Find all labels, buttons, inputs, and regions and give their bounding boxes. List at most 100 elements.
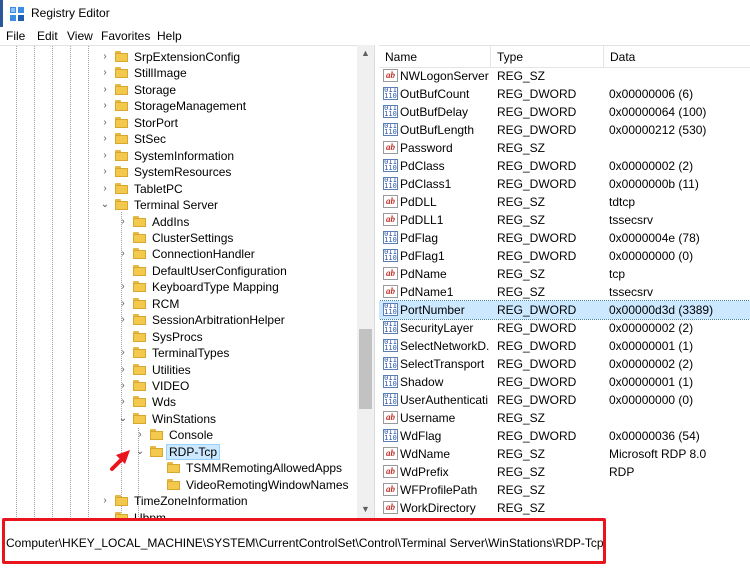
string-value-icon: ab bbox=[383, 213, 398, 227]
value-row[interactable]: 011 110 SelectTransport REG_DWORD 0x0000000… bbox=[379, 355, 750, 373]
expand-chevron-icon[interactable]: › bbox=[118, 281, 128, 293]
value-row[interactable]: 011 110 PortNumber REG_DWORD 0x00000d3d (33… bbox=[379, 300, 750, 321]
no-expander bbox=[118, 265, 128, 277]
tree-node[interactable]: VideoRemotingWindowNames bbox=[152, 477, 349, 493]
value-row[interactable]: 011 110 PdFlag1 REG_DWORD 0x00000000 (0) bbox=[379, 247, 750, 265]
tree-node[interactable]: › TabletPC bbox=[100, 181, 340, 197]
tree-node[interactable]: › TerminalTypes bbox=[118, 345, 340, 361]
value-row[interactable]: ab Username REG_SZ bbox=[379, 409, 750, 427]
tree-guide-line bbox=[34, 46, 35, 518]
menu-view[interactable]: View bbox=[67, 29, 93, 43]
expand-chevron-icon[interactable]: › bbox=[100, 84, 110, 96]
value-row[interactable]: ab WdPrefix REG_SZ RDP bbox=[379, 463, 750, 481]
tree-node[interactable]: › Storage bbox=[100, 82, 340, 98]
value-row[interactable]: 011 110 SelectNetworkD... REG_DWORD 0x00000… bbox=[379, 337, 750, 355]
value-row[interactable]: ab WFProfilePath REG_SZ bbox=[379, 481, 750, 499]
tree-node[interactable]: › RCM bbox=[118, 296, 340, 312]
expand-chevron-icon[interactable]: › bbox=[118, 248, 128, 260]
expand-chevron-icon[interactable]: › bbox=[100, 133, 110, 145]
value-row[interactable]: ab NWLogonServer REG_SZ bbox=[379, 67, 750, 85]
value-row[interactable]: 011 110 PdClass1 REG_DWORD 0x0000000b (11) bbox=[379, 175, 750, 193]
key-tree-pane[interactable]: › SrpExtensionConfig › StillImage › Storage › S… bbox=[0, 45, 374, 518]
scrollbar-thumb[interactable] bbox=[359, 329, 372, 409]
value-name: Username bbox=[400, 411, 456, 426]
expand-chevron-icon[interactable]: › bbox=[100, 117, 110, 129]
tree-node[interactable]: › StorageManagement bbox=[100, 98, 340, 114]
tree-node[interactable]: › TimeZoneInformation bbox=[100, 493, 340, 509]
tree-node[interactable]: › StSec bbox=[100, 131, 340, 147]
expand-chevron-icon[interactable]: › bbox=[100, 100, 110, 112]
tree-node[interactable]: › VIDEO bbox=[118, 378, 340, 394]
scroll-up-arrow-icon[interactable]: ▲ bbox=[357, 45, 374, 62]
value-row[interactable]: ab PdName1 REG_SZ tssecsrv bbox=[379, 283, 750, 301]
value-row[interactable]: ab Password REG_SZ bbox=[379, 139, 750, 157]
tree-node[interactable]: › Console bbox=[135, 427, 340, 443]
expand-chevron-icon[interactable]: › bbox=[118, 396, 128, 408]
value-row[interactable]: 011 110 PdClass REG_DWORD 0x00000002 (2) bbox=[379, 157, 750, 175]
tree-scrollbar[interactable]: ▲ ▼ bbox=[357, 45, 374, 518]
title-bar: Registry Editor bbox=[0, 0, 750, 27]
tree-node[interactable]: › Wds bbox=[118, 394, 340, 410]
menu-help[interactable]: Help bbox=[157, 29, 182, 43]
tree-node[interactable]: › SystemResources bbox=[100, 164, 340, 180]
expand-chevron-icon[interactable]: › bbox=[100, 150, 110, 162]
tree-node[interactable]: › AddIns bbox=[118, 214, 340, 230]
tree-node[interactable]: DefaultUserConfiguration bbox=[118, 263, 340, 279]
collapse-chevron-icon[interactable]: ⌄ bbox=[118, 413, 128, 425]
values-list-pane[interactable]: Name Type Data ab NWLogonServer REG_SZ 011 … bbox=[379, 45, 750, 518]
expand-chevron-icon[interactable]: › bbox=[118, 216, 128, 228]
value-row[interactable]: 011 110 WdFlag REG_DWORD 0x00000036 (54) bbox=[379, 427, 750, 445]
value-row[interactable]: 011 110 UserAuthenticati... REG_DWORD 0x000… bbox=[379, 391, 750, 409]
tree-node[interactable]: ClusterSettings bbox=[118, 230, 340, 246]
value-row[interactable]: 011 110 SecurityLayer REG_DWORD 0x00000002 … bbox=[379, 319, 750, 337]
column-header-data[interactable]: Data bbox=[604, 46, 750, 68]
tree-node[interactable]: › SystemInformation bbox=[100, 148, 340, 164]
value-row[interactable]: ab PdDLL1 REG_SZ tssecsrv bbox=[379, 211, 750, 229]
tree-node[interactable]: SysProcs bbox=[118, 329, 340, 345]
menu-favorites[interactable]: Favorites bbox=[101, 29, 150, 43]
menu-edit[interactable]: Edit bbox=[37, 29, 58, 43]
expand-chevron-icon[interactable]: › bbox=[100, 183, 110, 195]
expand-chevron-icon[interactable]: › bbox=[100, 67, 110, 79]
expand-chevron-icon[interactable]: › bbox=[100, 495, 110, 507]
expand-chevron-icon[interactable]: › bbox=[118, 314, 128, 326]
expand-chevron-icon[interactable]: › bbox=[100, 51, 110, 63]
value-row[interactable]: ab PdName REG_SZ tcp bbox=[379, 265, 750, 283]
tree-node[interactable]: › Utilities bbox=[118, 362, 340, 378]
tree-node[interactable]: ⌄ RDP-Tcp bbox=[135, 443, 340, 460]
column-header-type[interactable]: Type bbox=[491, 46, 604, 68]
tree-node[interactable]: › StillImage bbox=[100, 65, 340, 81]
value-row[interactable]: 011 110 PdFlag REG_DWORD 0x0000004e (78) bbox=[379, 229, 750, 247]
tree-node[interactable]: › SrpExtensionConfig bbox=[100, 49, 340, 65]
tree-node[interactable]: Ubpm bbox=[100, 510, 340, 518]
tree-node[interactable]: TSMMRemotingAllowedApps bbox=[152, 460, 342, 476]
value-row[interactable]: 011 110 OutBufDelay REG_DWORD 0x00000064 (1… bbox=[379, 103, 750, 121]
tree-node[interactable]: › SessionArbitrationHelper bbox=[118, 312, 340, 328]
collapse-chevron-icon[interactable]: ⌄ bbox=[100, 199, 110, 211]
value-row[interactable]: 011 110 OutBufCount REG_DWORD 0x00000006 (6… bbox=[379, 85, 750, 103]
expand-chevron-icon[interactable]: › bbox=[118, 364, 128, 376]
expand-chevron-icon[interactable]: › bbox=[118, 347, 128, 359]
tree-node[interactable]: › StorPort bbox=[100, 115, 340, 131]
expand-chevron-icon[interactable]: › bbox=[135, 429, 145, 441]
value-row[interactable]: ab PdDLL REG_SZ tdtcp bbox=[379, 193, 750, 211]
scroll-down-arrow-icon[interactable]: ▼ bbox=[357, 501, 374, 518]
expand-chevron-icon[interactable]: › bbox=[118, 380, 128, 392]
tree-node-label: SessionArbitrationHelper bbox=[152, 313, 285, 328]
menu-file[interactable]: File bbox=[6, 29, 25, 43]
column-header-name[interactable]: Name bbox=[379, 46, 491, 68]
value-row[interactable]: ab WorkDirectory REG_SZ bbox=[379, 499, 750, 517]
tree-node[interactable]: ⌄ Terminal Server bbox=[100, 197, 340, 213]
tree-node-label: VIDEO bbox=[152, 379, 190, 393]
collapse-chevron-icon[interactable]: ⌄ bbox=[135, 446, 145, 458]
tree-node[interactable]: › ConnectionHandler bbox=[118, 246, 340, 262]
expand-chevron-icon[interactable]: › bbox=[100, 166, 110, 178]
tree-node[interactable]: › KeyboardType Mapping bbox=[118, 279, 340, 295]
expand-chevron-icon[interactable]: › bbox=[118, 298, 128, 310]
tree-node-label: AddIns bbox=[152, 214, 190, 229]
value-row[interactable]: 011 110 Shadow REG_DWORD 0x00000001 (1) bbox=[379, 373, 750, 391]
tree-node[interactable]: ⌄ WinStations bbox=[118, 411, 340, 427]
tree-guide-line bbox=[16, 46, 17, 518]
value-row[interactable]: ab WdName REG_SZ Microsoft RDP 8.0 bbox=[379, 445, 750, 463]
value-row[interactable]: 011 110 OutBufLength REG_DWORD 0x00000212 (… bbox=[379, 121, 750, 139]
